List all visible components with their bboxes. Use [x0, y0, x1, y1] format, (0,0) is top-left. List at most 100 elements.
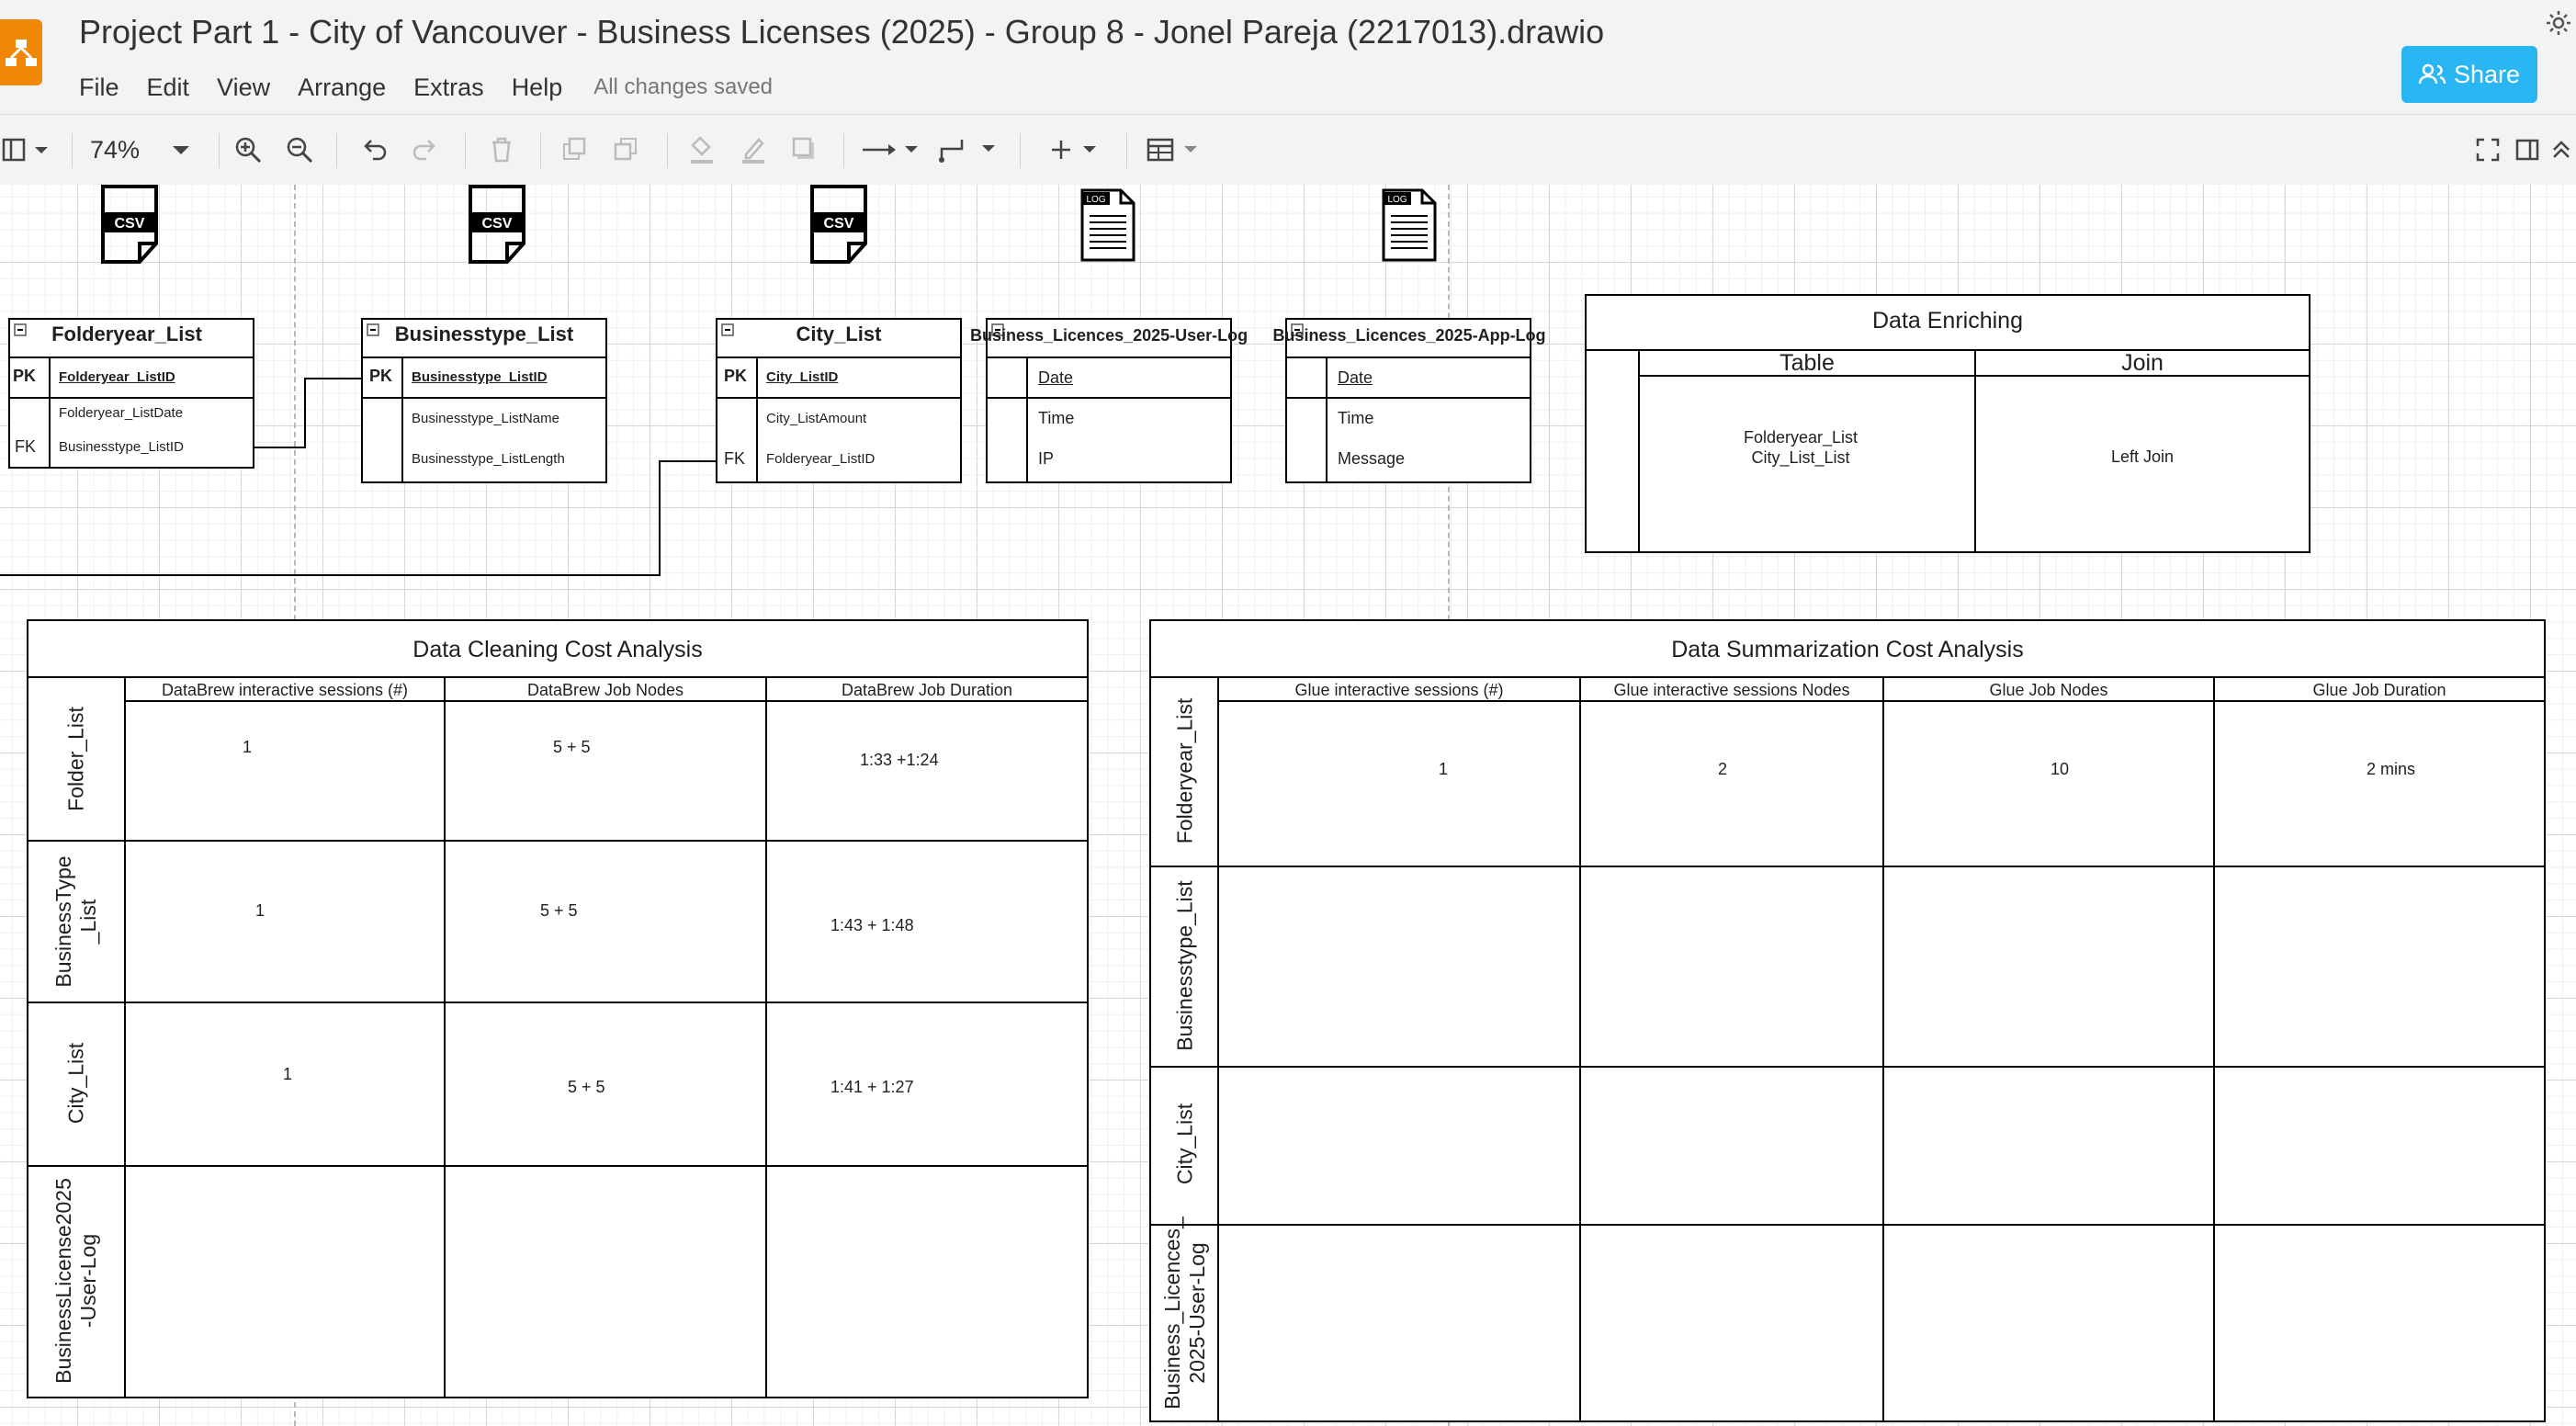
users-icon [2418, 63, 2446, 85]
entity-title[interactable]: Folderyear_List [9, 323, 244, 346]
zoom-dropdown[interactable]: 74% [90, 131, 193, 168]
entity-field[interactable]: Time [1038, 409, 1074, 428]
entity-field[interactable]: Date [1338, 368, 1373, 388]
relationship-connector [254, 378, 362, 448]
entity-field[interactable]: IP [1038, 449, 1054, 469]
document-title[interactable]: Project Part 1 - City of Vancouver - Bus… [79, 13, 1604, 51]
zoom-value: 74% [90, 135, 141, 164]
entity-field[interactable]: Businesstype_ListLength [412, 451, 565, 467]
entity-field[interactable]: Message [1338, 449, 1405, 469]
cleaning-title[interactable]: Data Cleaning Cost Analysis [28, 637, 1088, 663]
svg-text:CSV: CSV [482, 216, 513, 232]
cleaning-cell[interactable]: 5 + 5 [540, 901, 578, 921]
toolbar-separator [667, 133, 668, 168]
enriching-title[interactable]: Data Enriching [1586, 308, 2310, 334]
summarization-row-label: City_List [1172, 1103, 1197, 1185]
menu-view[interactable]: View [217, 74, 270, 102]
insert-icon[interactable] [1047, 131, 1106, 168]
menu-arrange[interactable]: Arrange [298, 74, 386, 102]
summarization-column-header: Glue Job Nodes [1989, 681, 2108, 699]
summarization-cell[interactable]: 1 [1439, 760, 1448, 779]
fullscreen-icon[interactable] [2471, 131, 2504, 168]
enriching-column-header: Table [1779, 350, 1835, 376]
log-file-icon[interactable]: LOG [1080, 188, 1135, 266]
collapse-icon[interactable] [2548, 131, 2574, 168]
diagram-canvas[interactable]: CSV CSV CSV LOG LOG Folderyear_List PK F… [0, 185, 2576, 1426]
menu-help[interactable]: Help [512, 74, 563, 102]
summarization-title[interactable]: Data Summarization Cost Analysis [1150, 637, 2545, 663]
entity-title[interactable]: Business_Licences_2025-User-Log [970, 326, 1248, 345]
summarization-column-header: Glue interactive sessions Nodes [1613, 681, 1850, 699]
share-button[interactable]: Share [2401, 46, 2537, 103]
cleaning-cell[interactable]: 5 + 5 [553, 738, 591, 757]
zoom-in-icon[interactable] [230, 131, 266, 168]
summarization-cell[interactable]: 10 [2051, 760, 2069, 779]
entity-field[interactable]: Businesstype_ListName [412, 411, 559, 426]
menu-file[interactable]: File [79, 74, 119, 102]
entity-field[interactable]: City_ListAmount [766, 411, 866, 426]
summarization-column-header: Glue Job Duration [2312, 681, 2446, 699]
panel-toggle-icon[interactable] [0, 131, 55, 168]
cleaning-cell[interactable]: 1 [283, 1065, 292, 1084]
drawio-logo-icon[interactable] [0, 19, 42, 85]
toolbar: 74% [0, 114, 2576, 186]
connection-icon[interactable] [860, 131, 926, 168]
key-label: FK [15, 437, 37, 456]
app-header: Project Part 1 - City of Vancouver - Bus… [0, 0, 2576, 114]
key-label: PK [13, 367, 37, 385]
entity-field[interactable]: Businesstype_ListID [59, 439, 184, 455]
cleaning-row-label: City_List [63, 1042, 88, 1125]
summarization-cell[interactable]: 2 [1718, 760, 1727, 779]
cleaning-cell[interactable]: 5 + 5 [568, 1078, 605, 1097]
fill-color-icon[interactable] [684, 131, 720, 168]
svg-text:CSV: CSV [824, 216, 854, 232]
to-front-icon[interactable] [557, 131, 593, 168]
cleaning-row-label: BusinessType _List [51, 855, 100, 988]
chevron-down-icon [173, 146, 189, 154]
entity-field[interactable]: Date [1038, 368, 1073, 388]
zoom-out-icon[interactable] [281, 131, 318, 168]
toolbar-separator [219, 133, 220, 168]
table-icon[interactable] [1145, 131, 1211, 168]
line-color-icon[interactable] [735, 131, 772, 168]
summarization-table-frame [1149, 619, 2546, 1422]
format-panel-icon[interactable] [2512, 131, 2543, 168]
entity-field[interactable]: Time [1338, 409, 1373, 428]
entity-field[interactable]: Folderyear_ListID [766, 451, 875, 467]
entity-title[interactable]: City_List [717, 323, 961, 346]
shadow-icon[interactable] [786, 131, 823, 168]
entity-field[interactable]: Folderyear_ListID [59, 369, 175, 385]
toolbar-separator [336, 133, 337, 168]
entity-title[interactable]: Business_Licences_2025-App-Log [1271, 326, 1547, 345]
csv-file-icon[interactable]: CSV [469, 185, 525, 268]
entity-field[interactable]: Businesstype_ListID [412, 369, 548, 385]
entity-field[interactable]: Folderyear_ListDate [59, 405, 183, 421]
redo-icon[interactable] [406, 131, 443, 168]
entity-title[interactable]: Businesstype_List [362, 323, 606, 346]
cleaning-row-label: BusinessLicense2025 -User-Log [51, 1178, 100, 1384]
cleaning-cell[interactable]: 1 [255, 901, 265, 921]
menu-edit[interactable]: Edit [147, 74, 190, 102]
summarization-cell[interactable]: 2 mins [2367, 760, 2415, 779]
to-back-icon[interactable] [608, 131, 645, 168]
csv-file-icon[interactable]: CSV [810, 185, 867, 268]
entity-field[interactable]: City_ListID [766, 369, 838, 385]
enriching-table-cell[interactable]: Folderyear_List City_List_List [1639, 427, 1962, 468]
undo-icon[interactable] [356, 131, 393, 168]
share-label: Share [2453, 60, 2521, 88]
cleaning-column-header: DataBrew interactive sessions (#) [161, 681, 409, 699]
theme-sun-icon[interactable] [2545, 9, 2572, 41]
cleaning-cell[interactable]: 1:41 + 1:27 [830, 1078, 914, 1097]
cleaning-cell[interactable]: 1:33 +1:24 [860, 751, 939, 770]
cleaning-cell[interactable]: 1:43 + 1:48 [830, 916, 914, 935]
log-file-icon[interactable]: LOG [1382, 188, 1437, 266]
svg-text:CSV: CSV [115, 216, 145, 232]
delete-icon[interactable] [483, 131, 520, 168]
summarization-row-label: Businesstype_List [1172, 880, 1197, 1051]
enriching-join-cell[interactable]: Left Join [1975, 447, 2310, 467]
cleaning-cell[interactable]: 1 [243, 738, 252, 757]
toolbar-separator [72, 133, 73, 168]
menu-extras[interactable]: Extras [413, 74, 484, 102]
waypoints-icon[interactable] [937, 131, 1003, 168]
csv-file-icon[interactable]: CSV [101, 185, 158, 268]
